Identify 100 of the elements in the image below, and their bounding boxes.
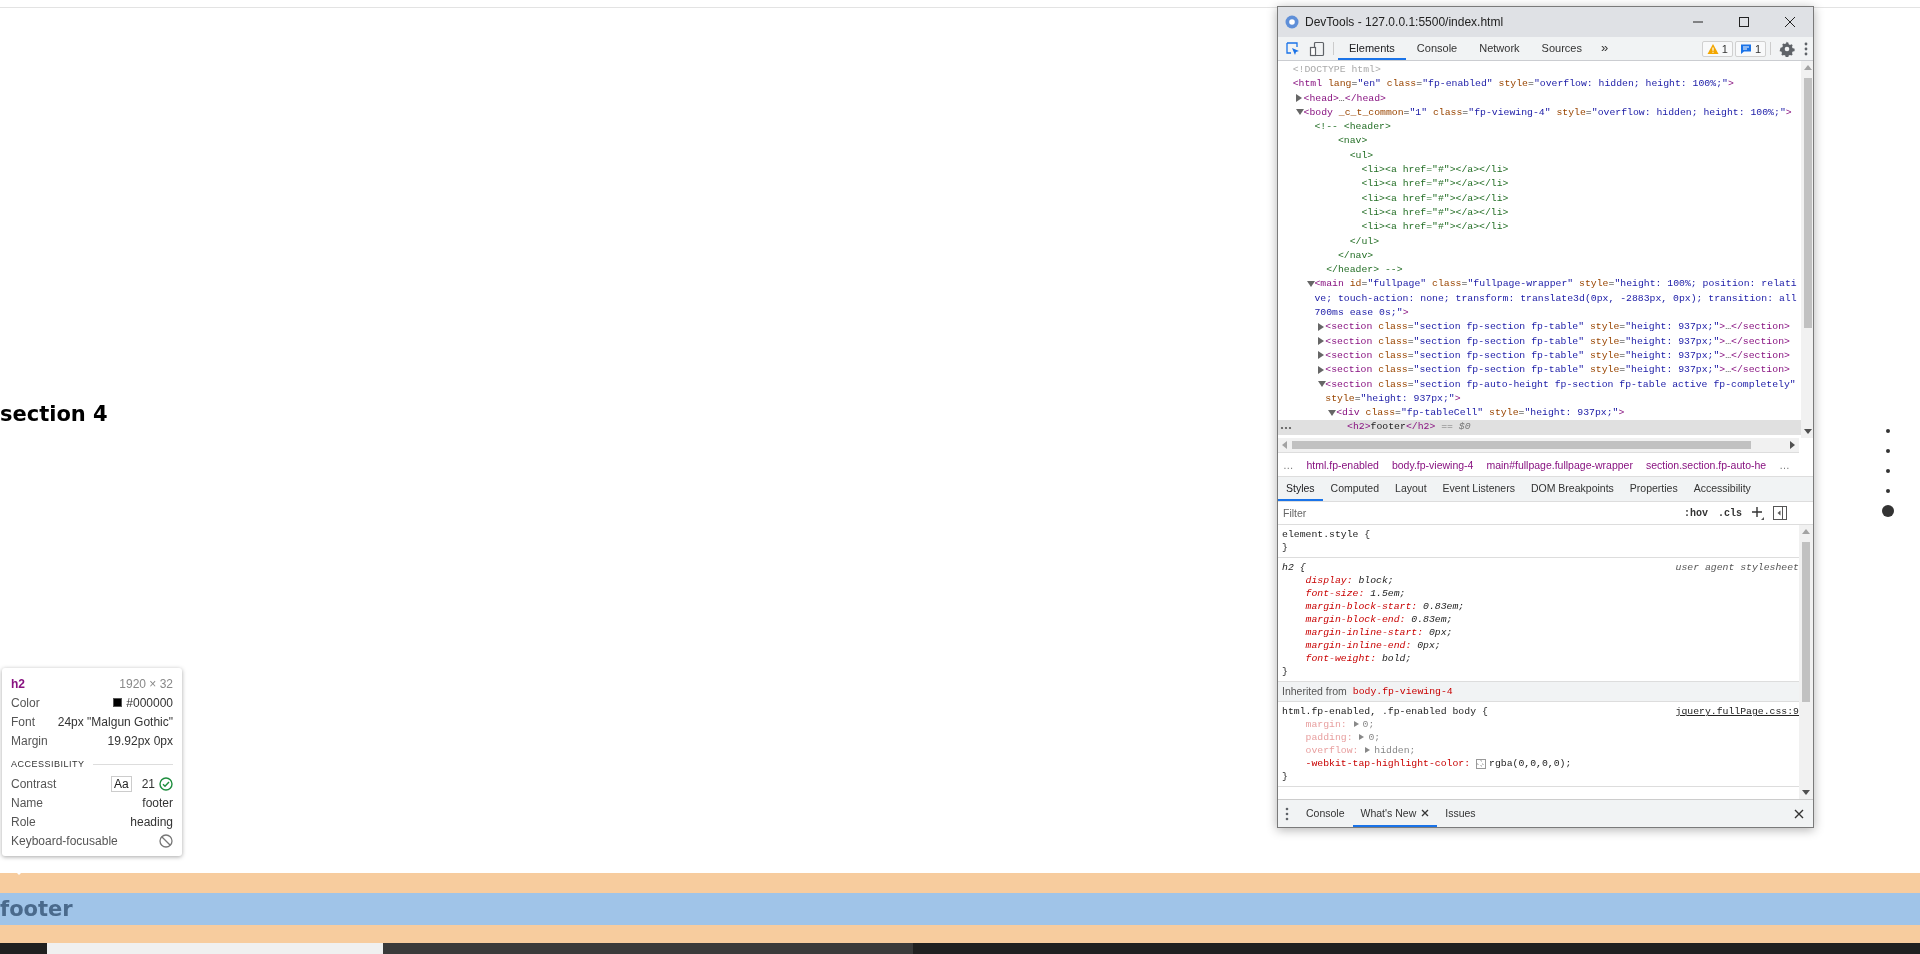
css-value[interactable]: rgba(0,0,0,0);: [1489, 757, 1572, 770]
drawer-tab[interactable]: Console: [1298, 800, 1353, 827]
issue-counter[interactable]: 1: [1701, 40, 1733, 57]
css-property[interactable]: margin-block-start:: [1305, 600, 1418, 613]
color-swatch[interactable]: [1476, 758, 1486, 769]
more-tabs-button[interactable]: »: [1592, 37, 1617, 60]
check-circle-icon: [159, 776, 173, 791]
css-property[interactable]: margin-inline-start:: [1305, 626, 1424, 639]
panel-tab[interactable]: Elements: [1338, 37, 1406, 60]
page-dot[interactable]: [1886, 469, 1890, 473]
panel-tab[interactable]: Sources: [1530, 37, 1593, 60]
sidebar-tab[interactable]: Layout: [1387, 477, 1435, 501]
element-node[interactable]: <h2>footer</h2>: [1347, 420, 1436, 435]
comment-line[interactable]: <li><a href="#"></a></li>: [1314, 177, 1509, 192]
caret-down-icon[interactable]: [1305, 279, 1315, 288]
element-node[interactable]: <div class="fp-tableCell" style="height: 937px;">: [1336, 406, 1625, 421]
breadcrumb[interactable]: section.section.fp-auto-he: [1645, 458, 1767, 471]
css-property[interactable]: font-size:: [1305, 587, 1365, 600]
element-node[interactable]: <head>…</head>: [1303, 91, 1386, 106]
comment-line[interactable]: <li><a href="#"></a></li>: [1314, 205, 1509, 221]
element-node[interactable]: <section class="section fp-auto-height fp-section fp-table active fp-completely" style="height: 937px;">: [1325, 377, 1802, 407]
inspect-element-icon[interactable]: [1285, 40, 1301, 57]
element-node[interactable]: <section class="section fp-section fp-table" style="height: 937px;">…</section>: [1325, 334, 1790, 349]
toggle-button[interactable]: .cls: [1718, 507, 1742, 519]
close-icon[interactable]: [1794, 808, 1804, 819]
sidebar-toggle-icon[interactable]: [1773, 506, 1787, 520]
css-property[interactable]: font-weight:: [1305, 652, 1377, 665]
page-dot[interactable]: [1886, 489, 1890, 493]
selected-row[interactable]: <h2>footer</h2> == $0: [1278, 420, 1802, 435]
inherited-element-link[interactable]: body.fp-viewing-4: [1352, 685, 1453, 698]
breadcrumb[interactable]: html.fp-enabled: [1306, 458, 1379, 471]
footer-heading: footer: [0, 893, 1920, 925]
comment-line[interactable]: <nav>: [1314, 134, 1368, 149]
element-node[interactable]: <html lang="en" class="fp-enabled" style="overflow: hidden; height: 100%;">: [1292, 77, 1734, 92]
css-value[interactable]: block;: [1358, 574, 1394, 587]
sidebar-tab[interactable]: Styles: [1278, 477, 1323, 501]
css-value[interactable]: 0;: [1368, 731, 1381, 744]
element-node[interactable]: <body _c_t_common="1" class="fp-viewing-4" style="overflow: hidden; height: 100%;">: [1303, 105, 1792, 121]
property-value: footer: [142, 795, 173, 810]
css-property[interactable]: margin-block-end:: [1305, 613, 1406, 626]
breadcrumb[interactable]: main#fullpage.fullpage-wrapper: [1486, 458, 1633, 471]
caret-down-icon[interactable]: [1316, 379, 1326, 388]
panel-tab[interactable]: Network: [1468, 37, 1531, 60]
search-field[interactable]: [47, 943, 383, 954]
css-selector: html.fp-enabled, .fp-enabled body {: [1282, 705, 1488, 718]
horizontal-scrollbar[interactable]: [1278, 438, 1799, 453]
drawer-tab[interactable]: What's New: [1352, 800, 1438, 827]
toggle-button[interactable]: :hov: [1683, 507, 1708, 519]
comment-line[interactable]: <li><a href="#"></a></li>: [1314, 163, 1509, 178]
sidebar-tab[interactable]: Properties: [1621, 477, 1686, 501]
section-label: ACCESSIBILITY: [11, 759, 85, 769]
closing-brace: }: [1282, 541, 1289, 554]
issue-counter[interactable]: 1: [1734, 40, 1766, 57]
element-node[interactable]: <section class="section fp-section fp-table" style="height: 937px;">…</section>: [1325, 363, 1790, 378]
more-icon[interactable]: [1280, 426, 1292, 431]
comment-line[interactable]: </header> -->: [1314, 263, 1403, 278]
device-toolbar-icon[interactable]: [1309, 40, 1325, 57]
css-value[interactable]: hidden;: [1374, 744, 1416, 757]
comment-line[interactable]: <!-- <header>: [1314, 120, 1391, 135]
element-node[interactable]: <section class="section fp-section fp-table" style="height: 937px;">…</section>: [1325, 348, 1790, 364]
page-dot[interactable]: [1886, 449, 1890, 453]
drawer-tab[interactable]: Issues: [1437, 800, 1484, 827]
panel-tab[interactable]: Console: [1405, 37, 1469, 60]
settings-icon[interactable]: [1779, 40, 1795, 57]
more-options-icon[interactable]: [1284, 805, 1290, 822]
comment-line[interactable]: <li><a href="#"></a></li>: [1314, 191, 1509, 206]
more-breadcrumbs[interactable]: …: [1779, 458, 1790, 471]
css-value[interactable]: 0;: [1362, 718, 1375, 731]
sidebar-tab[interactable]: DOM Breakpoints: [1522, 477, 1622, 501]
vertical-scrollbar[interactable]: [1799, 525, 1813, 799]
comment-line[interactable]: </nav>: [1314, 248, 1374, 264]
comment-line[interactable]: </ul>: [1314, 234, 1380, 249]
more-options-icon[interactable]: [1803, 40, 1809, 57]
css-value[interactable]: 0.83em;: [1411, 613, 1453, 626]
css-property[interactable]: margin-inline-end:: [1305, 639, 1412, 652]
element-node[interactable]: <section class="section fp-section fp-table" style="height: 937px;">…</section>: [1325, 320, 1790, 335]
property-label: Color: [11, 695, 40, 710]
more-breadcrumbs[interactable]: …: [1283, 458, 1294, 471]
sidebar-tab[interactable]: Event Listeners: [1434, 477, 1523, 501]
property-label: Role: [11, 814, 36, 829]
vertical-scrollbar[interactable]: [1801, 61, 1813, 438]
breadcrumb[interactable]: body.fp-viewing-4: [1391, 458, 1474, 471]
page-dot[interactable]: [1882, 505, 1894, 517]
css-property[interactable]: display:: [1305, 574, 1353, 587]
comment-line[interactable]: <ul>: [1314, 148, 1374, 164]
css-value[interactable]: 0px;: [1429, 626, 1453, 639]
page-dot[interactable]: [1886, 429, 1890, 433]
sidebar-tab[interactable]: Computed: [1322, 477, 1388, 501]
caret-down-icon[interactable]: [1327, 408, 1337, 417]
stylesheet-link[interactable]: jquery.fullPage.css:9: [1675, 705, 1799, 718]
plus-icon[interactable]: [1751, 506, 1765, 520]
element-node[interactable]: <main id="fullpage" class="fullpage-wrapper" style="height: 100%; position: relative; touch-action: none; transform: translate3d(0px, -2883px, 0px); transition: all 700ms ease 0s;">: [1314, 277, 1802, 321]
css-value[interactable]: 0.83em;: [1423, 600, 1465, 613]
close-icon[interactable]: [1421, 808, 1430, 817]
css-value[interactable]: 1.5em;: [1370, 587, 1406, 600]
sidebar-tab[interactable]: Accessibility: [1685, 477, 1759, 501]
css-property[interactable]: -webkit-tap-highlight-color:: [1305, 757, 1471, 770]
css-value[interactable]: 0px;: [1417, 639, 1441, 652]
comment-line[interactable]: <li><a href="#"></a></li>: [1314, 220, 1509, 235]
css-value[interactable]: bold;: [1381, 652, 1412, 665]
